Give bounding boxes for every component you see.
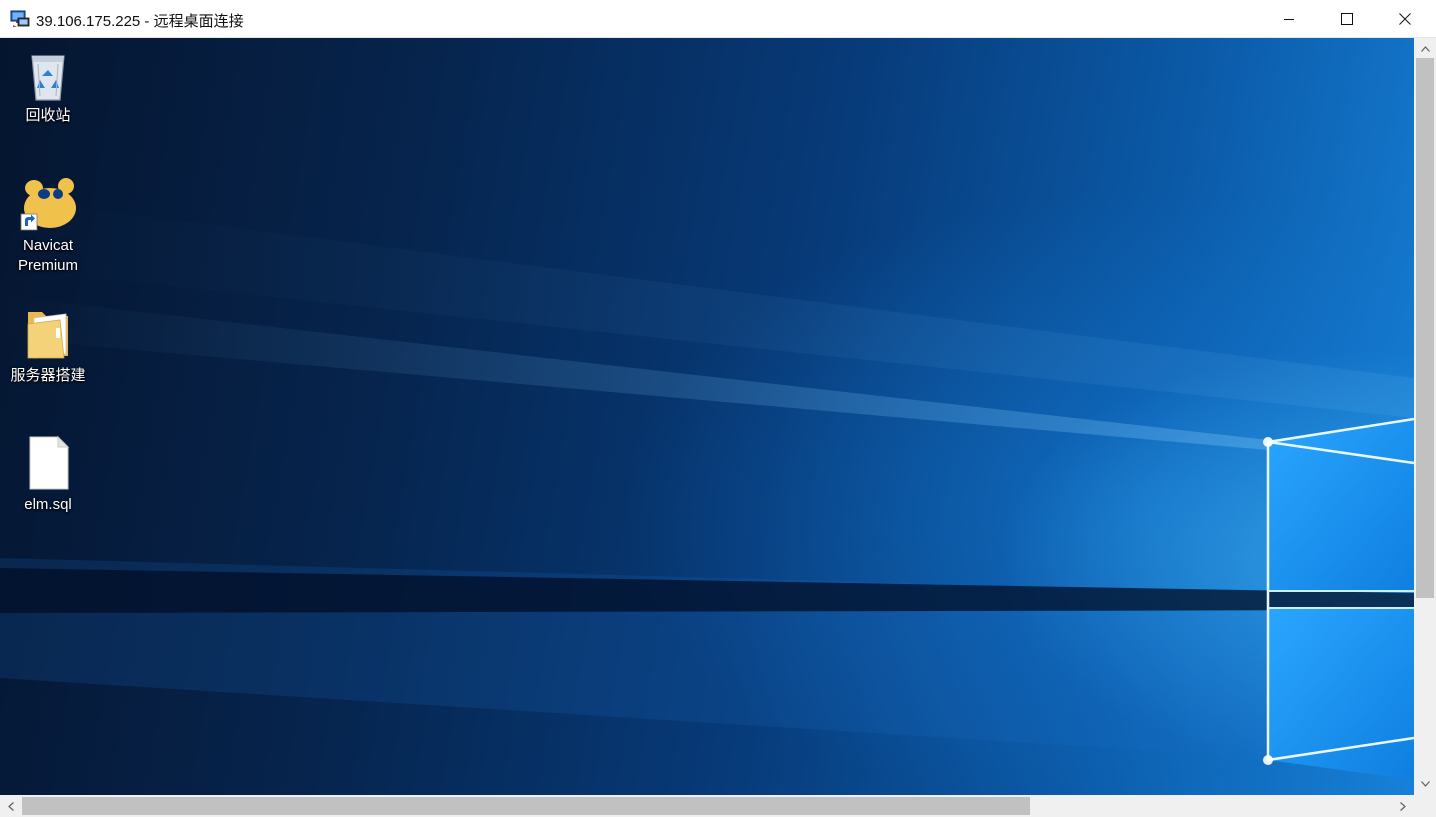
scrollbar-corner [1414, 795, 1436, 817]
remote-desktop-area[interactable]: 回收站 Navicat Premium 服务器搭建 elm.sql [0, 38, 1414, 795]
desktop-icon-label: Navicat Premium [17, 237, 78, 274]
recycle-bin-icon [31, 55, 65, 101]
vertical-scrollbar[interactable] [1414, 38, 1436, 795]
maximize-icon [1341, 13, 1353, 25]
chevron-left-icon [8, 801, 14, 811]
chevron-up-icon [1420, 46, 1430, 52]
remote-desktop-icon [10, 10, 30, 27]
minimize-button[interactable] [1260, 0, 1318, 38]
folder-icon [27, 312, 68, 359]
scroll-right-button[interactable] [1394, 797, 1412, 815]
desktop-icon-label: 服务器搭建 [10, 367, 86, 384]
desktop-icon-elm-sql[interactable]: elm.sql [0, 435, 96, 515]
navicat-icon [20, 178, 76, 231]
desktop-icon-server-setup-folder[interactable]: 服务器搭建 [0, 306, 96, 386]
scroll-up-button[interactable] [1416, 40, 1434, 58]
title-bar[interactable]: 39.106.175.225 - 远程桌面连接 [0, 0, 1436, 38]
desktop-icon-recycle-bin[interactable]: 回收站 [0, 46, 96, 126]
file-icon [29, 435, 70, 490]
desktop-icon-label: 回收站 [25, 107, 71, 124]
maximize-button[interactable] [1318, 0, 1376, 38]
desktop-icon-label: elm.sql [24, 496, 72, 513]
horizontal-scrollbar[interactable] [0, 795, 1414, 817]
scroll-left-button[interactable] [2, 797, 20, 815]
chevron-right-icon [1400, 801, 1406, 811]
chevron-down-icon [1420, 781, 1430, 787]
desktop-icon-navicat-premium[interactable]: Navicat Premium [0, 176, 96, 276]
horizontal-scroll-thumb[interactable] [22, 797, 1030, 815]
window-title: 39.106.175.225 - 远程桌面连接 [36, 13, 244, 30]
windows-logo-wallpaper [0, 198, 1414, 780]
scroll-down-button[interactable] [1416, 775, 1434, 793]
close-button[interactable] [1376, 0, 1434, 38]
close-icon [1399, 13, 1411, 25]
minimize-icon [1284, 19, 1294, 20]
vertical-scroll-thumb[interactable] [1416, 58, 1434, 598]
